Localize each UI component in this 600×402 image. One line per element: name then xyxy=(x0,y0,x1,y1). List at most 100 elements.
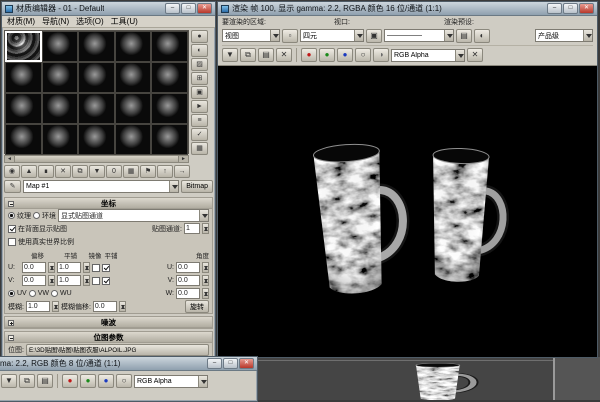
wu-radio[interactable] xyxy=(51,290,58,297)
expand-icon[interactable] xyxy=(8,320,14,326)
w-angle-field[interactable]: 0.0 xyxy=(176,288,200,299)
texture-radio[interactable] xyxy=(8,212,15,219)
maximize-button[interactable]: □ xyxy=(563,3,578,14)
u-tiling-field[interactable]: 1.0 xyxy=(57,262,81,273)
material-slot[interactable] xyxy=(78,93,115,124)
v-angle-field[interactable]: 0.0 xyxy=(176,275,200,286)
map-type-button[interactable]: Bitmap xyxy=(181,180,213,193)
alpha-channel-icon[interactable]: ○ xyxy=(116,374,132,388)
reset-map-icon[interactable]: ✕ xyxy=(55,165,71,178)
u-tile-checkbox[interactable] xyxy=(102,264,110,272)
render-quality-select[interactable]: 产品级 xyxy=(535,29,593,42)
blue-channel-icon[interactable]: ● xyxy=(337,48,353,62)
sample-scrollbar[interactable]: ◄ ► xyxy=(4,155,189,163)
noise-rollout-header[interactable]: 噪波 xyxy=(5,317,212,328)
go-to-parent-icon[interactable]: ↑ xyxy=(157,165,173,178)
close-button[interactable]: ✕ xyxy=(197,3,212,14)
material-slot[interactable] xyxy=(78,124,115,155)
menu-utilities[interactable]: 工具(U) xyxy=(111,16,138,27)
viewport-area[interactable] xyxy=(216,357,600,400)
blur-field[interactable]: 1.0 xyxy=(26,301,50,312)
material-slot[interactable] xyxy=(151,93,188,124)
edit-region-icon[interactable]: ▫ xyxy=(282,29,298,43)
collapse-icon[interactable] xyxy=(8,335,14,341)
clear-button-icon[interactable]: ✕ xyxy=(467,48,483,62)
menu-navigation[interactable]: 导航(N) xyxy=(42,16,69,27)
render-window-titlebar[interactable]: 渲染 帧 100, 显示 gamma: 2.2, RGBA 颜色 16 位/通道… xyxy=(218,2,597,16)
green-channel-icon[interactable]: ● xyxy=(319,48,335,62)
go-forward-to-sibling-icon[interactable]: → xyxy=(174,165,190,178)
render-preset-select[interactable]: ————— xyxy=(384,29,454,42)
pick-material-icon[interactable]: ✎ xyxy=(4,180,21,193)
put-to-library-icon[interactable]: ▼ xyxy=(89,165,105,178)
select-by-material-icon[interactable]: ✓ xyxy=(191,128,208,141)
material-slot[interactable] xyxy=(42,62,79,93)
alpha-channel-icon[interactable]: ○ xyxy=(355,48,371,62)
map-channel-field[interactable]: 1 xyxy=(184,223,200,234)
v-offset-spinner[interactable] xyxy=(48,275,55,286)
channel-display-select[interactable]: RGB Alpha xyxy=(134,375,208,388)
material-editor-titlebar[interactable]: 材质编辑器 - 01 - Default – □ ✕ xyxy=(2,2,215,16)
render-setup-icon[interactable]: ▤ xyxy=(456,29,472,43)
v-mirror-checkbox[interactable] xyxy=(92,277,100,285)
material-slot[interactable] xyxy=(42,124,79,155)
bitmap-parameters-header[interactable]: 位图参数 xyxy=(5,332,212,343)
minimize-button[interactable]: – xyxy=(165,3,180,14)
material-slot[interactable] xyxy=(115,62,152,93)
clear-image-icon[interactable]: ✕ xyxy=(276,48,292,62)
material-slot[interactable] xyxy=(115,31,152,62)
material-slot[interactable] xyxy=(78,62,115,93)
show-map-in-viewport-icon[interactable]: ▦ xyxy=(123,165,139,178)
blue-channel-icon[interactable]: ● xyxy=(98,374,114,388)
material-map-navigator-icon[interactable]: ▦ xyxy=(191,142,208,155)
environment-radio[interactable] xyxy=(33,212,40,219)
map-channel-spinner[interactable] xyxy=(202,223,209,234)
uv-radio[interactable] xyxy=(8,290,15,297)
video-color-check-icon[interactable]: ▣ xyxy=(191,86,208,99)
material-slot-active[interactable] xyxy=(5,31,42,62)
minimize-button[interactable]: – xyxy=(547,3,562,14)
real-world-scale-checkbox[interactable] xyxy=(8,238,16,246)
make-preview-icon[interactable]: ► xyxy=(191,100,208,113)
u-tiling-spinner[interactable] xyxy=(83,262,90,273)
options-icon[interactable]: ≡ xyxy=(191,114,208,127)
u-angle-spinner[interactable] xyxy=(202,262,209,273)
save-image-icon[interactable]: ▼ xyxy=(1,374,17,388)
scroll-left-icon[interactable]: ◄ xyxy=(5,156,14,162)
material-slot[interactable] xyxy=(115,93,152,124)
clone-window-icon[interactable]: ⧉ xyxy=(240,48,256,62)
area-to-render-select[interactable]: 视图 xyxy=(222,29,280,42)
menu-material[interactable]: 材质(M) xyxy=(7,16,35,27)
u-offset-spinner[interactable] xyxy=(48,262,55,273)
collapse-icon[interactable] xyxy=(8,201,14,207)
maximize-button[interactable]: □ xyxy=(181,3,196,14)
material-slot[interactable] xyxy=(151,31,188,62)
green-channel-icon[interactable]: ● xyxy=(80,374,96,388)
make-unique-icon[interactable]: ⧉ xyxy=(72,165,88,178)
material-slot[interactable] xyxy=(5,93,42,124)
mapping-select[interactable]: 显式贴图通道 xyxy=(58,209,209,222)
sample-uv-tiling-icon[interactable]: ⊞ xyxy=(191,72,208,85)
coordinates-rollout-header[interactable]: 坐标 xyxy=(5,198,212,209)
material-id-channel-icon[interactable]: 0 xyxy=(106,165,122,178)
environment-icon[interactable]: ◐ xyxy=(474,29,490,43)
show-end-result-icon[interactable]: ⚑ xyxy=(140,165,156,178)
mono-channel-icon[interactable]: ◑ xyxy=(373,48,389,62)
put-material-to-scene-icon[interactable]: ▲ xyxy=(21,165,37,178)
material-slot[interactable] xyxy=(115,124,152,155)
u-angle-field[interactable]: 0.0 xyxy=(176,262,200,273)
channel-display-select[interactable]: RGB Alpha xyxy=(391,49,465,62)
blur-offset-field[interactable]: 0.0 xyxy=(93,301,117,312)
material-name-select[interactable]: Map #1 xyxy=(23,180,179,193)
v-tile-checkbox[interactable] xyxy=(102,277,110,285)
material-slot[interactable] xyxy=(5,124,42,155)
u-mirror-checkbox[interactable] xyxy=(92,264,100,272)
bitmap-path-button[interactable]: E:\3D贴图\贴图\贴图衣服\ALPOIL.JPG xyxy=(26,344,209,356)
get-material-icon[interactable]: ◉ xyxy=(4,165,20,178)
maximize-button[interactable]: □ xyxy=(223,358,238,369)
print-image-icon[interactable]: ▤ xyxy=(37,374,53,388)
w-angle-spinner[interactable] xyxy=(202,288,209,299)
lock-viewport-icon[interactable]: ▣ xyxy=(366,29,382,43)
background-icon[interactable]: ▨ xyxy=(191,58,208,71)
material-slot[interactable] xyxy=(151,62,188,93)
